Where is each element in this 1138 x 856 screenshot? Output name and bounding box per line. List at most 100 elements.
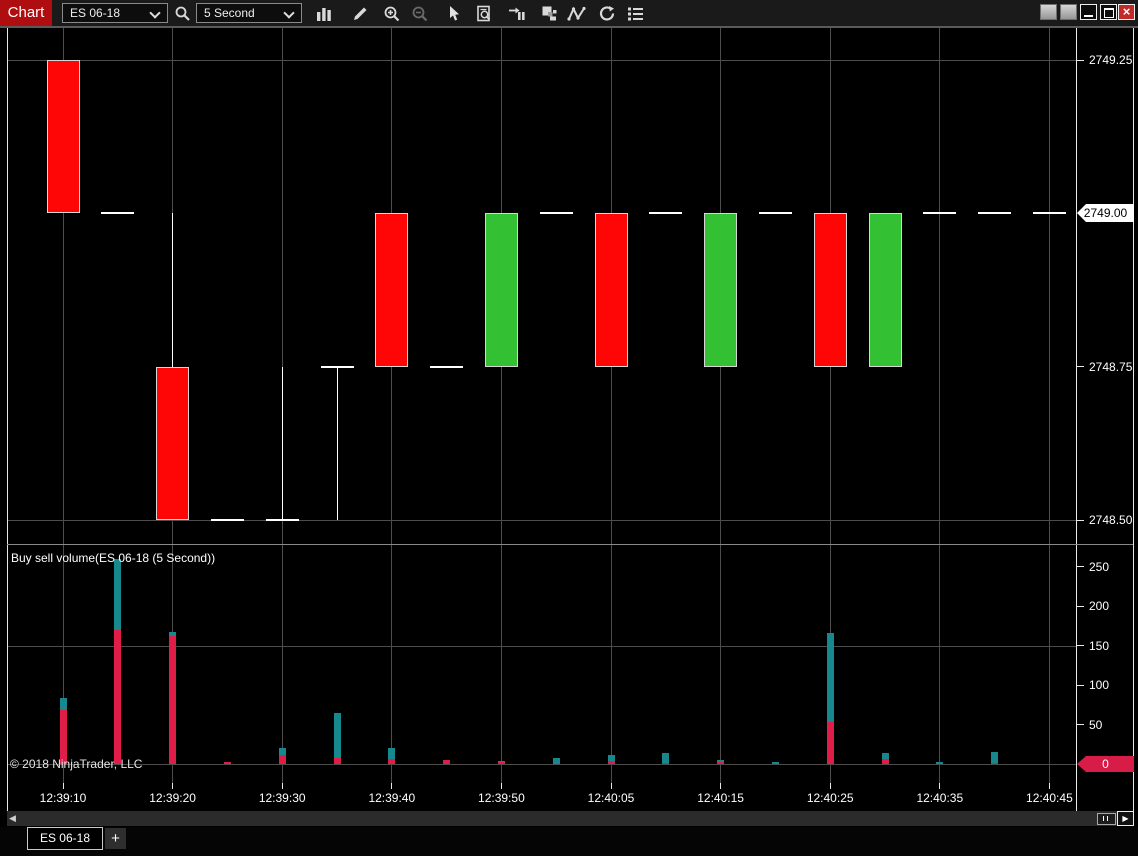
candle-body [594, 213, 628, 367]
volume-bar-sell [114, 629, 122, 764]
candle-wick [281, 366, 283, 520]
volume-bar-sell [443, 760, 451, 764]
h-gridline [7, 520, 1076, 521]
time-axis-label: 12:39:50 [478, 791, 525, 805]
volume-bar-sell [881, 759, 889, 764]
volume-bar-buy [497, 760, 505, 762]
time-axis-label: 12:39:30 [258, 791, 306, 805]
time-axis-label: 12:39:20 [149, 791, 196, 805]
volume-bar-buy [991, 752, 999, 764]
h-gridline [7, 60, 1076, 61]
time-axis-tick [281, 783, 283, 789]
volume-bar-sell [607, 760, 615, 764]
volume-bar-buy [607, 754, 615, 761]
volume-bar-sell [991, 763, 999, 764]
time-axis-tick [391, 783, 393, 789]
volume-bar-sell [497, 761, 505, 764]
time-axis-tick [62, 783, 64, 789]
last-price-marker: 2749.00 [1077, 204, 1134, 222]
v-gridline [500, 28, 502, 783]
volume-bar-sell [169, 636, 177, 764]
volume-bar-buy [771, 761, 779, 764]
candle-body [868, 213, 902, 367]
axis-tick [1076, 684, 1084, 686]
doji-dash [1032, 212, 1066, 215]
axis-tick [1076, 645, 1084, 646]
volume-bar-buy [881, 752, 889, 760]
v-gridline [720, 28, 722, 783]
v-gridline [610, 28, 612, 783]
axis-tick [1076, 566, 1084, 567]
volume-bar-buy [388, 748, 396, 760]
volume-axis-label: 150 [1089, 638, 1110, 653]
doji-dash [923, 212, 957, 215]
v-gridline [939, 28, 941, 783]
scroll-left-icon[interactable]: ◀ [9, 812, 16, 825]
volume-bar-buy [114, 558, 122, 630]
scroll-right-icon[interactable]: ▶ [1117, 811, 1134, 826]
doji-dash [320, 365, 354, 368]
volume-zero-marker: 0 [1077, 756, 1134, 772]
volume-bar-sell [223, 762, 231, 764]
volume-bar-buy [717, 760, 725, 763]
doji-dash [210, 519, 244, 521]
candle-wick [336, 366, 338, 520]
volume-bar-buy [278, 748, 286, 756]
panel-splitter[interactable] [7, 544, 1133, 545]
doji-dash [430, 365, 464, 368]
doji-dash [539, 212, 573, 215]
time-axis-tick [939, 783, 941, 789]
volume-bar-buy [169, 632, 177, 636]
copyright-text: © 2018 NinjaTrader, LLC [10, 757, 143, 771]
volume-bar-buy [826, 632, 834, 723]
volume-axis-label: 250 [1089, 559, 1110, 574]
time-axis-label: 12:39:40 [368, 791, 416, 805]
time-axis-tick [172, 783, 174, 789]
volume-bar-buy [333, 712, 341, 758]
volume-bar-sell [662, 763, 670, 764]
doji-dash [649, 212, 683, 215]
candle-body [813, 213, 847, 367]
time-axis-tick [720, 783, 722, 789]
volume-bar-sell [278, 755, 286, 764]
chart-window: Chart ES 06-18 5 Second × 2749.25 2748.7… [0, 0, 1138, 856]
volume-bar-sell [717, 762, 725, 764]
volume-bar-buy [552, 758, 560, 764]
price-axis-line [1076, 28, 1077, 816]
volume-bar-sell [826, 722, 834, 764]
time-axis-label: 12:40:15 [697, 791, 744, 805]
volume-indicator-label: Buy sell volume(ES 06-18 (5 Second)) [11, 551, 216, 565]
doji-dash [978, 212, 1012, 215]
axis-tick [1076, 605, 1084, 607]
volume-bar-sell [333, 757, 341, 764]
v-gridline [1048, 28, 1050, 783]
price-axis-label: 2748.50 [1089, 513, 1133, 527]
price-axis-label: 2749.25 [1089, 53, 1133, 67]
axis-right-border [1133, 28, 1134, 816]
chart-left-border [7, 28, 8, 816]
axis-tick [1076, 59, 1084, 61]
time-axis-label: 12:39:10 [39, 791, 87, 805]
volume-axis-label: 200 [1089, 599, 1110, 613]
time-axis-tick [1048, 783, 1050, 789]
volume-bar-buy [59, 697, 67, 711]
axis-tick [1076, 366, 1084, 368]
time-axis-tick [829, 783, 831, 789]
volume-bar-buy [662, 752, 670, 764]
time-axis-tick [500, 783, 502, 789]
chart-plot-area[interactable]: 2749.25 2748.75 2748.50 250 200 150 100 50 12:39… [0, 0, 1138, 856]
time-axis-label: 12:40:25 [806, 791, 854, 805]
candle-body [46, 60, 80, 214]
add-tab-button[interactable]: + [105, 828, 126, 849]
candle-body [375, 213, 409, 367]
volume-bar-buy [936, 762, 944, 764]
horizontal-scrollbar[interactable]: ◀ ▶ [7, 811, 1134, 826]
volume-axis-label: 50 [1089, 717, 1103, 732]
scrollbar-thumb[interactable] [1097, 813, 1116, 825]
tab-es-06-18[interactable]: ES 06-18 [27, 827, 103, 850]
price-axis-label: 2748.75 [1089, 359, 1133, 374]
tab-bar: ES 06-18 + [0, 827, 1138, 856]
time-axis-label: 12:40:05 [587, 791, 635, 805]
time-axis-label: 12:40:45 [1026, 791, 1073, 805]
axis-tick [1076, 519, 1084, 521]
